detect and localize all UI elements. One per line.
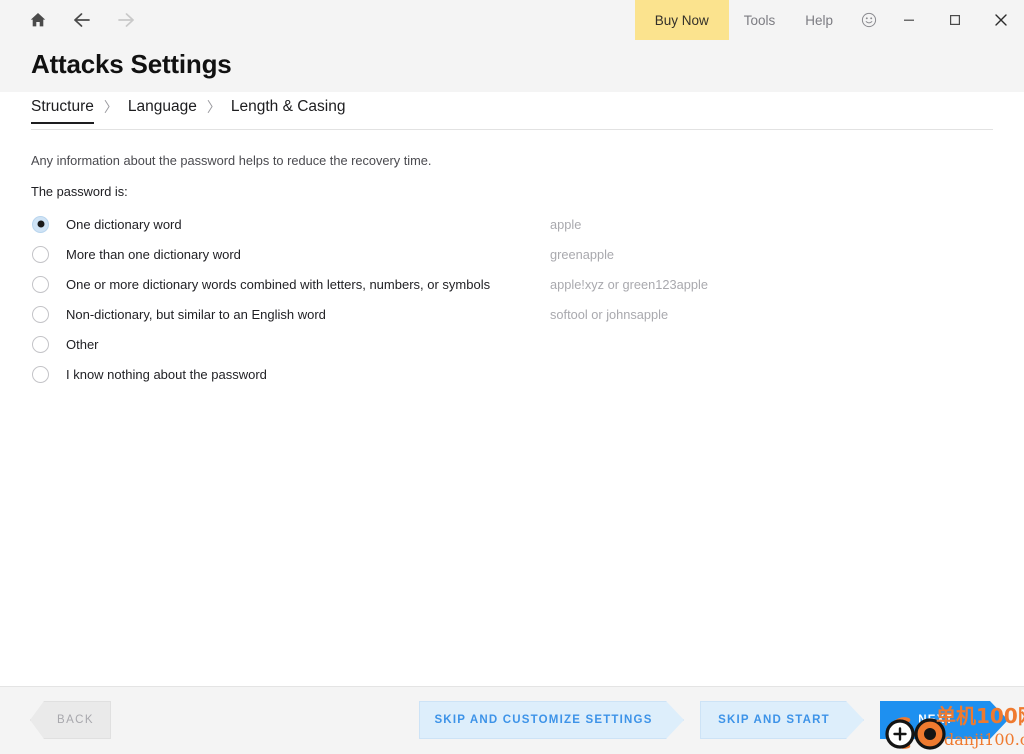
back-arrow-icon[interactable] bbox=[66, 5, 98, 35]
radio-button[interactable] bbox=[32, 335, 49, 353]
next-button[interactable]: NEXT bbox=[880, 701, 1008, 739]
radio-button[interactable] bbox=[32, 275, 49, 293]
titlebar: Buy Now Tools Help bbox=[0, 0, 1024, 40]
main-content: Any information about the password helps… bbox=[0, 130, 1024, 686]
radio-option-one-dictionary-word[interactable]: One dictionary word apple bbox=[31, 209, 993, 239]
radio-option-non-dictionary-similar-english[interactable]: Non-dictionary, but similar to an Englis… bbox=[31, 299, 993, 329]
titlebar-right-controls: Buy Now Tools Help bbox=[634, 0, 1024, 40]
tab-language[interactable]: Language bbox=[128, 98, 197, 122]
radio-example: apple!xyz or green123apple bbox=[550, 276, 708, 292]
footer-bar: BACK SKIP AND CUSTOMIZE SETTINGS SKIP AN… bbox=[0, 686, 1024, 754]
radio-button[interactable] bbox=[32, 245, 49, 263]
radio-example: softool or johnsapple bbox=[550, 306, 669, 322]
close-icon[interactable] bbox=[978, 0, 1024, 40]
breadcrumb-tabs: Structure 〉 Language 〉 Length & Casing bbox=[0, 92, 1024, 130]
minimize-icon[interactable] bbox=[886, 0, 932, 40]
skip-and-start-button[interactable]: SKIP AND START bbox=[700, 701, 864, 739]
tab-structure[interactable]: Structure bbox=[31, 98, 94, 124]
window-header: Buy Now Tools Help Attacks Settings bbox=[0, 0, 1024, 92]
tab-length-and-casing[interactable]: Length & Casing bbox=[231, 98, 346, 122]
home-icon[interactable] bbox=[22, 5, 54, 35]
navigation-controls bbox=[0, 0, 142, 40]
radio-label: One or more dictionary words combined wi… bbox=[66, 276, 491, 292]
radio-label: Other bbox=[66, 336, 99, 352]
password-structure-radio-group: One dictionary word apple More than one … bbox=[31, 209, 993, 389]
tab-separator-2: 〉 bbox=[206, 99, 221, 115]
smiley-face-icon[interactable] bbox=[852, 0, 886, 40]
radio-example: greenapple bbox=[550, 246, 615, 262]
back-button[interactable]: BACK bbox=[30, 701, 111, 739]
radio-button[interactable] bbox=[32, 305, 49, 323]
maximize-icon[interactable] bbox=[932, 0, 978, 40]
app-window: Buy Now Tools Help Attacks Settings Stru… bbox=[0, 0, 1024, 754]
hint-text: Any information about the password helps… bbox=[31, 153, 432, 168]
radio-option-more-than-one-dictionary-word[interactable]: More than one dictionary word greenapple bbox=[31, 239, 993, 269]
radio-label: I know nothing about the password bbox=[66, 366, 267, 382]
page-title: Attacks Settings bbox=[31, 49, 232, 79]
tab-separator-1: 〉 bbox=[103, 99, 118, 115]
prompt-text: The password is: bbox=[31, 184, 128, 199]
radio-option-other[interactable]: Other bbox=[31, 329, 993, 359]
skip-and-customize-settings-button[interactable]: SKIP AND CUSTOMIZE SETTINGS bbox=[419, 701, 684, 739]
radio-label: More than one dictionary word bbox=[66, 246, 241, 262]
menu-tools[interactable]: Tools bbox=[729, 0, 791, 40]
buy-now-button[interactable]: Buy Now bbox=[634, 0, 729, 40]
radio-button[interactable] bbox=[32, 215, 49, 233]
radio-option-words-with-letters-numbers-symbols[interactable]: One or more dictionary words combined wi… bbox=[31, 269, 993, 299]
radio-button[interactable] bbox=[32, 365, 49, 383]
menu-help[interactable]: Help bbox=[790, 0, 848, 40]
radio-label: Non-dictionary, but similar to an Englis… bbox=[66, 306, 326, 322]
radio-option-know-nothing[interactable]: I know nothing about the password bbox=[31, 359, 993, 389]
radio-example: apple bbox=[550, 216, 582, 232]
forward-arrow-icon[interactable] bbox=[110, 5, 142, 35]
radio-label: One dictionary word bbox=[66, 216, 182, 232]
